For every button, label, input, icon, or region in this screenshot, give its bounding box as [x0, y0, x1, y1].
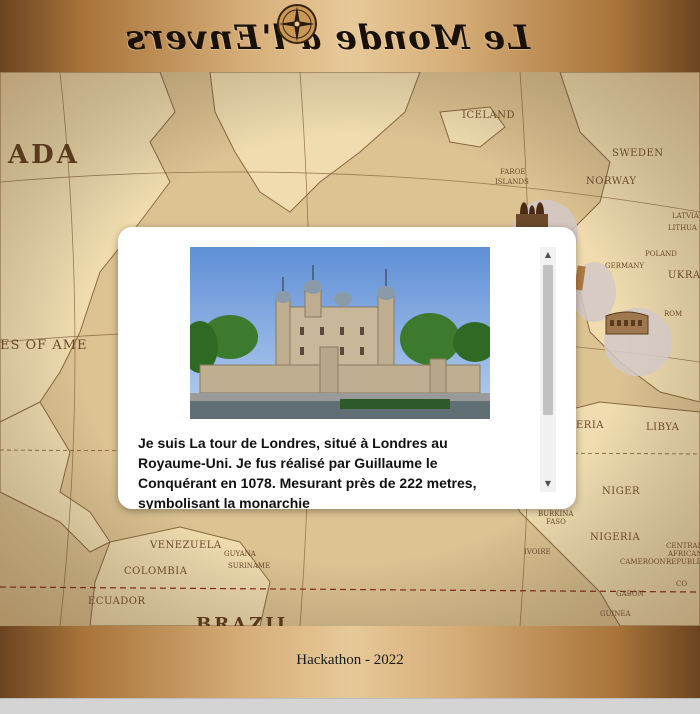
map-label: GUINEA — [600, 610, 631, 618]
footer-text: Hackathon - 2022 — [296, 652, 404, 668]
map-label: ERIA — [576, 420, 605, 431]
map-label: NIGERIA — [590, 532, 641, 543]
map-label: IVOIRE — [524, 548, 551, 556]
map-label: FAROE — [500, 168, 526, 176]
map-label: BURKINA — [538, 510, 574, 518]
kremlin-icon — [516, 202, 548, 228]
tower-of-london-image — [190, 247, 490, 419]
map-label: CAMEROON — [620, 558, 666, 566]
map-label: UKRA — [668, 270, 700, 281]
tower-of-london-photo — [190, 247, 490, 419]
site-footer: Hackathon - 2022 — [0, 626, 700, 698]
map-label: ADA — [8, 140, 80, 170]
horizontal-scrollbar[interactable] — [0, 698, 700, 714]
map-label: CO — [676, 580, 688, 588]
site-logo[interactable]: Le Monde á l'Envers — [125, 10, 545, 65]
popup-scrollbar[interactable]: ▲ ▼ — [540, 247, 556, 492]
map-label: ECUADOR — [88, 596, 146, 607]
map-label: SWEDEN — [612, 148, 664, 159]
map-label: AFRICAN — [668, 550, 700, 558]
colosseum-icon — [605, 311, 649, 335]
map-label: FASO — [546, 518, 566, 526]
map-label: LIBYA — [646, 422, 680, 433]
compass-icon — [277, 4, 317, 44]
site-title: Le Monde á l'Envers — [125, 17, 530, 58]
map-label: ICELAND — [462, 110, 516, 121]
map-label: GERMANY — [605, 262, 644, 270]
landmark-description: Je suis La tour de Londres, situé à Lond… — [138, 435, 477, 509]
map-label: NIGER — [602, 486, 641, 497]
map-label: SURINAME — [228, 562, 271, 570]
scroll-up-arrow-icon[interactable]: ▲ — [540, 247, 556, 263]
scroll-thumb[interactable] — [543, 265, 553, 415]
map-label: CENTRAL — [666, 542, 700, 550]
scroll-down-arrow-icon[interactable]: ▼ — [540, 476, 556, 492]
map-label: ROM — [664, 310, 683, 318]
map-label: REPUBLIC — [666, 558, 700, 566]
map-label: ES OF AME — [0, 338, 88, 353]
map-label: POLAND — [645, 250, 677, 258]
map-label: COLOMBIA — [124, 566, 188, 577]
map-label: BRAZIL — [196, 614, 293, 626]
landmark-popup: Je suis La tour de Londres, situé à Lond… — [118, 227, 576, 509]
site-header: Le Monde á l'Envers — [0, 0, 700, 72]
map-label: GABON — [616, 590, 644, 598]
map-label: LATVIA — [672, 212, 699, 220]
map-label: VENEZUELA — [150, 540, 222, 551]
landmark-colosseum-button[interactable] — [604, 308, 672, 376]
map-label: ISLANDS — [495, 178, 529, 186]
map-label: LITHUA — [668, 224, 697, 232]
map-label: GUYANA — [224, 550, 256, 558]
map-label: NORWAY — [586, 176, 637, 187]
